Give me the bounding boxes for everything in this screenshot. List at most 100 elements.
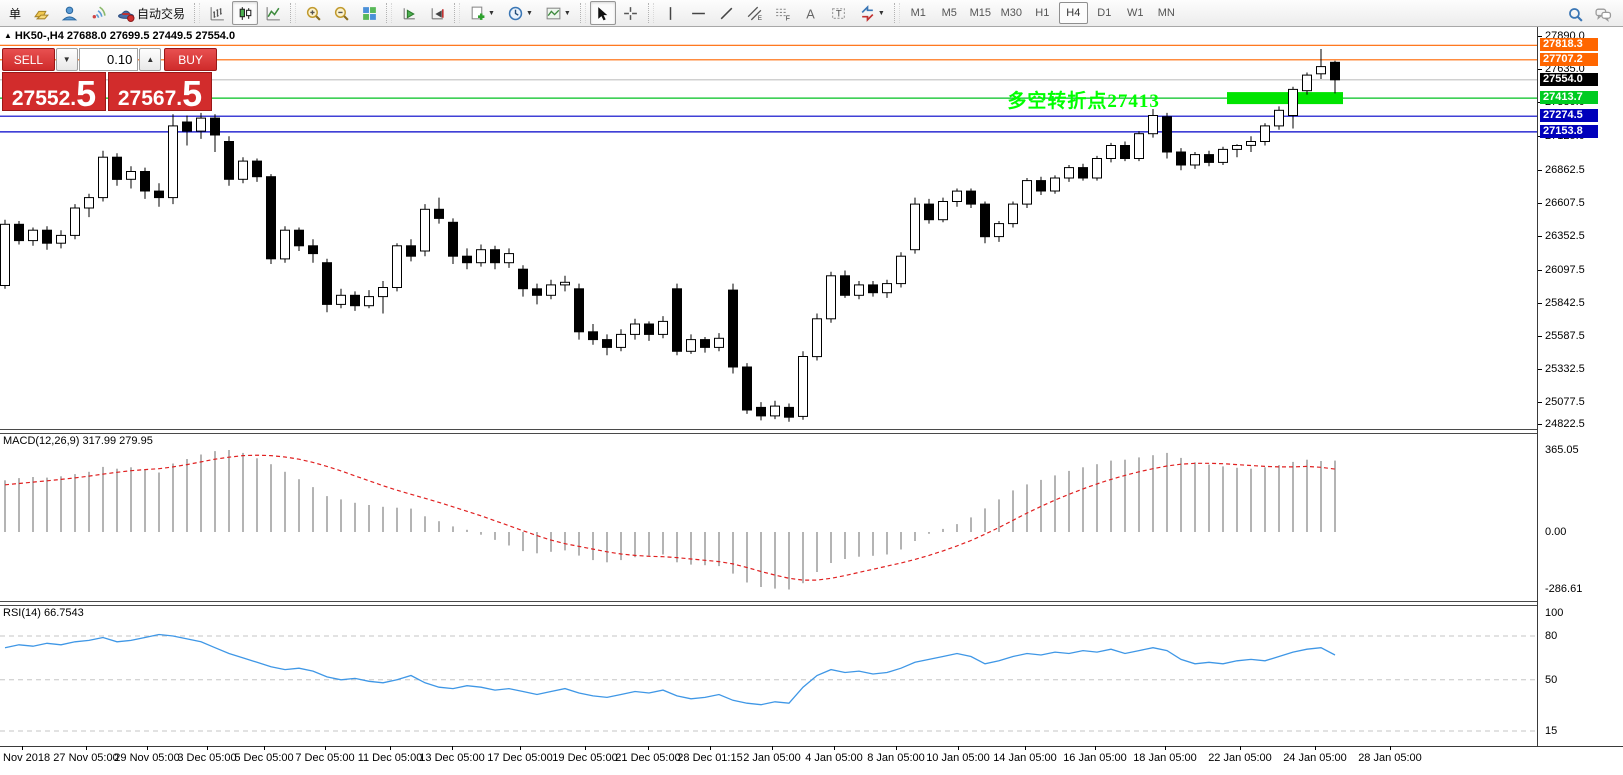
time-tick-label: 4 Jan 05:00 [805, 752, 863, 764]
new-order-button[interactable]: 单 [2, 1, 26, 25]
chat-icon [1594, 6, 1612, 23]
price-axis[interactable]: 27890.027635.027380.027125.026862.526607… [1538, 27, 1623, 746]
auto-trading-label: 自动交易 [137, 5, 185, 22]
volume-decrease-button[interactable]: ▼ [56, 48, 78, 71]
periods-button[interactable]: ▼ [502, 1, 538, 25]
timeframe-H4[interactable]: H4 [1059, 2, 1088, 24]
signal-button[interactable] [84, 1, 110, 25]
new-order-label: 单 [9, 5, 21, 22]
timeframe-H1[interactable]: H1 [1028, 2, 1057, 24]
time-tick-mark [1025, 746, 1026, 750]
arrows-button[interactable]: ▼ [854, 1, 890, 25]
volume-increase-button[interactable]: ▲ [139, 48, 161, 71]
templates-icon [545, 5, 562, 22]
time-tick-mark [1315, 746, 1316, 750]
price-tick-label: 25332.5 [1545, 363, 1585, 375]
time-tick-mark [1165, 746, 1166, 750]
toolbar-separator [290, 3, 296, 23]
time-tick-label: 11 Dec 05:00 [358, 752, 423, 764]
vertical-line-button[interactable] [658, 1, 684, 25]
horizontal-line-button[interactable] [686, 1, 712, 25]
sell-price-pip: 5 [76, 79, 96, 109]
chart-shift-button[interactable] [424, 1, 450, 25]
fibonacci-button[interactable]: F [770, 1, 796, 25]
search-button[interactable] [1562, 2, 1588, 26]
zoom-out-button[interactable] [328, 1, 354, 25]
time-tick-mark [1095, 746, 1096, 750]
pane-separator-main-macd[interactable] [0, 429, 1537, 434]
sell-price-display[interactable]: 27552.5 [2, 72, 106, 111]
rsi-tick-label: 100 [1545, 607, 1563, 619]
templates-button[interactable]: ▼ [540, 1, 576, 25]
rsi-tick-label: 50 [1545, 674, 1557, 686]
chart-annotation-text[interactable]: 多空转折点27413 [1007, 86, 1160, 113]
tile-windows-icon [361, 5, 378, 22]
auto-trading-button[interactable]: 自动交易 [112, 1, 190, 25]
equidistant-channel-icon: E [746, 5, 763, 22]
time-tick-mark [958, 746, 959, 750]
time-tick-label: 5 Dec 05:00 [234, 752, 293, 764]
rsi-tick-label: 15 [1545, 725, 1557, 737]
timeframe-bar: M1M5M15M30H1H4D1W1MN [903, 2, 1182, 24]
trend-line-button[interactable] [714, 1, 740, 25]
buy-price-pip: 5 [182, 79, 202, 109]
text-label-button[interactable]: T [826, 1, 852, 25]
cursor-button[interactable] [590, 1, 616, 25]
chart-shift-icon [429, 5, 446, 22]
timeframe-D1[interactable]: D1 [1090, 2, 1119, 24]
time-tick-label: 7 Dec 05:00 [295, 752, 354, 764]
timeframe-M1[interactable]: M1 [904, 2, 933, 24]
svg-text:F: F [786, 15, 790, 22]
text-label-icon: T [830, 5, 847, 22]
time-tick-mark [207, 746, 208, 750]
tile-windows-button[interactable] [356, 1, 382, 25]
volume-field[interactable]: 0.10 [79, 48, 139, 71]
time-tick-label: 27 Nov 05:00 [53, 752, 118, 764]
signal-icon [89, 5, 106, 22]
price-tick-label: 26862.5 [1545, 164, 1585, 176]
timeframe-MN[interactable]: MN [1152, 2, 1181, 24]
toolbar: 单 自动交易 [0, 0, 1623, 27]
buy-button[interactable]: BUY [164, 48, 217, 71]
macd-tick-label: 0.00 [1545, 526, 1566, 538]
bar-chart-icon [209, 5, 226, 22]
timeframe-W1[interactable]: W1 [1121, 2, 1150, 24]
time-tick-mark [585, 746, 586, 750]
zoom-in-button[interactable] [300, 1, 326, 25]
gold-icon[interactable] [28, 1, 54, 25]
chart-title-text: HK50-,H4 27688.0 27699.5 27449.5 27554.0 [15, 30, 235, 42]
contacts-button[interactable] [56, 1, 82, 25]
timeframe-M30[interactable]: M30 [997, 2, 1026, 24]
text-button[interactable]: A [798, 1, 824, 25]
sell-button[interactable]: SELL [2, 48, 55, 71]
price-tick-mark [1538, 203, 1542, 204]
clock-icon [507, 5, 524, 22]
mt4-window: 单 自动交易 [0, 0, 1623, 775]
equidistant-channel-button[interactable]: E [742, 1, 768, 25]
price-tick-label: 26607.5 [1545, 197, 1585, 209]
chat-button[interactable] [1590, 2, 1616, 26]
price-level-badge: 27818.3 [1540, 38, 1598, 51]
toolbar-separator [454, 3, 460, 23]
rsi-label: RSI(14) 66.7543 [3, 607, 84, 619]
auto-scroll-button[interactable] [396, 1, 422, 25]
horizontal-line-icon [690, 5, 707, 22]
pane-separator-macd-rsi[interactable] [0, 601, 1537, 606]
line-chart-button[interactable] [260, 1, 286, 25]
crosshair-button[interactable] [618, 1, 644, 25]
rsi-tick-label: 80 [1545, 630, 1557, 642]
fibonacci-icon: F [774, 5, 791, 22]
bar-chart-button[interactable] [204, 1, 230, 25]
chart-area: ▲ HK50-,H4 27688.0 27699.5 27449.5 27554.… [0, 27, 1623, 775]
buy-price-display[interactable]: 27567.5 [108, 72, 212, 111]
chart-title: ▲HK50-,H4 27688.0 27699.5 27449.5 27554.… [4, 30, 235, 42]
svg-text:A: A [807, 6, 816, 21]
price-tick-label: 26352.5 [1545, 230, 1585, 242]
timeframe-M15[interactable]: M15 [966, 2, 995, 24]
candlestick-chart-button[interactable] [232, 1, 258, 25]
new-chart-button[interactable]: ▼ [464, 1, 500, 25]
crosshair-icon [622, 5, 639, 22]
price-tick-mark [1538, 369, 1542, 370]
time-tick-label: 3 Dec 05:00 [177, 752, 236, 764]
timeframe-M5[interactable]: M5 [935, 2, 964, 24]
